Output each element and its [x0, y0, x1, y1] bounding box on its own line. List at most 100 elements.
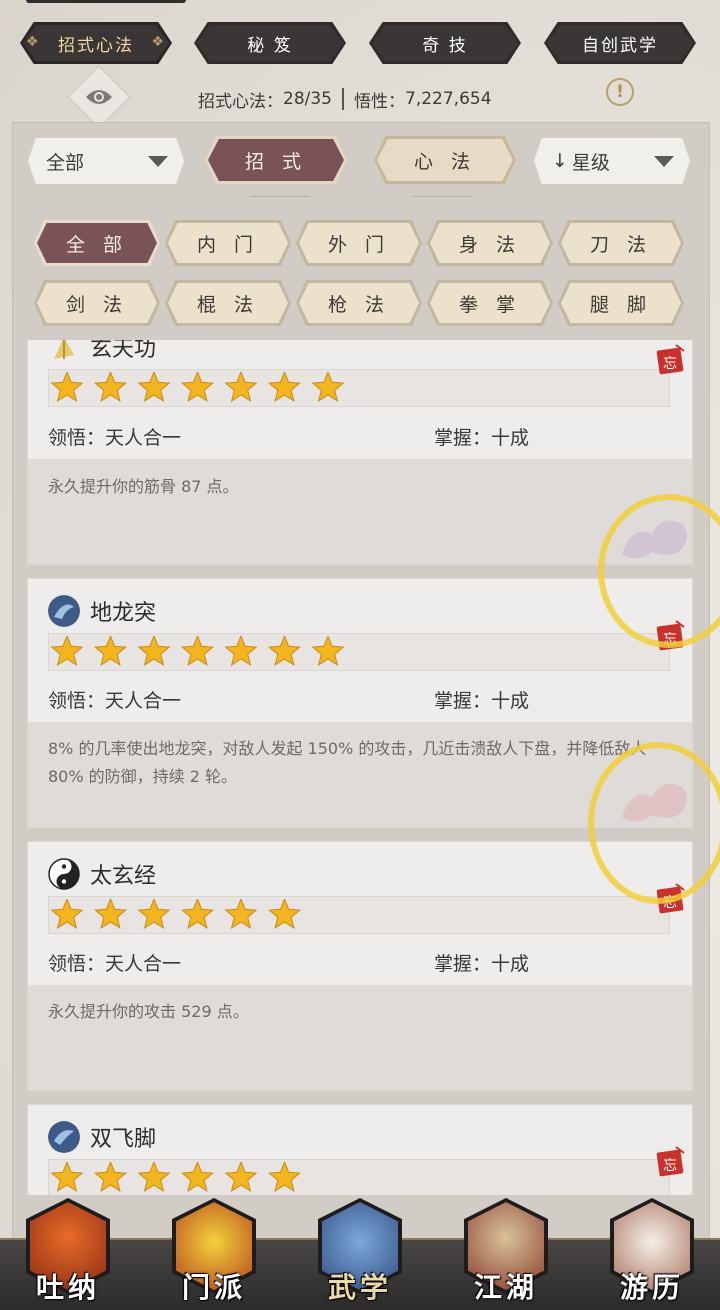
- category-label: 腿 脚: [561, 283, 681, 323]
- star-icon: [224, 636, 258, 666]
- star-icon: [311, 636, 345, 666]
- forget-button[interactable]: 忘: [656, 1145, 686, 1179]
- star-icon: [224, 1162, 258, 1192]
- info-icon[interactable]: !: [606, 78, 634, 106]
- stats-summary: 招式心法： 28/35 悟性： 7,227,654: [198, 84, 492, 114]
- scope-dropdown[interactable]: 全部: [28, 138, 184, 184]
- category-label: 全 部: [37, 223, 157, 263]
- mastery: 掌握：十成: [434, 686, 529, 713]
- comprehension-value: 天人合一: [105, 690, 182, 712]
- category-blade[interactable]: 刀 法: [558, 220, 684, 266]
- forget-label: 忘: [663, 356, 677, 372]
- skill-name: 双飞脚: [90, 1127, 157, 1152]
- insight-value: 7,227,654: [405, 89, 492, 109]
- divider-ornament: [412, 196, 472, 205]
- comprehension: 领悟：天人合一: [48, 949, 181, 976]
- category-label: 刀 法: [561, 223, 681, 263]
- category-kick[interactable]: 腿 脚: [558, 280, 684, 326]
- category-all[interactable]: 全 部: [34, 220, 160, 266]
- category-agility[interactable]: 身 法: [427, 220, 553, 266]
- tab-secret-manuals[interactable]: 秘 笈: [194, 22, 346, 64]
- tab-special-skills[interactable]: 奇 技: [369, 22, 521, 64]
- mastery-label: 掌握：: [434, 427, 492, 449]
- tab-label: 招式心法: [58, 35, 134, 56]
- tab-skills-techniques[interactable]: ❖ 招式心法 ❖: [20, 22, 172, 64]
- nav-travel[interactable]: 游历: [592, 1198, 712, 1310]
- star-icon: [268, 899, 301, 929]
- insight-label: 悟性：: [354, 91, 405, 112]
- skill-name: 太玄经: [90, 864, 157, 889]
- nav-sect[interactable]: 门派: [154, 1198, 274, 1310]
- category-label: 外 门: [299, 223, 419, 263]
- star-icon: [311, 372, 345, 402]
- divider: [342, 88, 344, 110]
- sort-dropdown[interactable]: ↓ 星级: [534, 138, 690, 184]
- skills-count-label: 招式心法：: [198, 91, 283, 112]
- star-icon: [50, 1162, 84, 1192]
- star-icon: [50, 372, 84, 402]
- category-label: 棍 法: [168, 283, 288, 323]
- star-icons: [50, 899, 301, 929]
- category-sword[interactable]: 剑 法: [34, 280, 160, 326]
- dragon-spear-icon: [48, 595, 80, 627]
- mastery-value: 十成: [491, 953, 530, 975]
- star-icon: [94, 636, 127, 666]
- eye-icon[interactable]: [84, 82, 114, 112]
- star-icon: [268, 1162, 301, 1192]
- nav-jianghu[interactable]: 江湖: [446, 1198, 566, 1310]
- category-inner[interactable]: 内 门: [165, 220, 291, 266]
- star-icon: [50, 636, 84, 666]
- star-icon: [268, 372, 301, 402]
- forget-label: 忘: [663, 1158, 677, 1174]
- mastery-value: 十成: [491, 690, 530, 712]
- divider-ornament: [250, 196, 310, 205]
- skill-card[interactable]: 玄天功 领悟：天人合一 掌握：十成 永久提升你的筋骨 87 点。 忘: [27, 340, 693, 565]
- ornament-icon: ❖: [151, 34, 166, 50]
- star-icons: [50, 372, 345, 402]
- nav-label: 游历: [619, 1271, 684, 1304]
- ornament-icon: ❖: [26, 34, 41, 50]
- skill-card[interactable]: 双飞脚 忘: [27, 1104, 693, 1195]
- mastery-value: 十成: [491, 427, 530, 449]
- mastery: 掌握：十成: [434, 949, 529, 976]
- category-label: 身 法: [430, 223, 550, 263]
- category-fist[interactable]: 拳 掌: [427, 280, 553, 326]
- nav-label: 门派: [181, 1271, 246, 1304]
- skill-description: 永久提升你的筋骨 87 点。: [48, 477, 239, 496]
- star-icon: [94, 1162, 127, 1192]
- mode-label: 招 式: [208, 139, 344, 181]
- tab-label: 奇 技: [422, 35, 468, 56]
- star-rating: [48, 633, 670, 671]
- skill-card[interactable]: 太玄经 领悟：天人合一 掌握：十成 永久提升你的攻击 529 点。 忘: [27, 841, 693, 1091]
- comprehension: 领悟：天人合一: [48, 423, 181, 450]
- category-label: 拳 掌: [430, 283, 550, 323]
- star-icon: [94, 899, 127, 929]
- mastery-label: 掌握：: [434, 690, 492, 712]
- skill-description: 8% 的几率使出地龙突，对敌人发起 150% 的攻击，几近击溃敌人下盘，并降低敌…: [48, 739, 647, 786]
- flying-kick-icon: [48, 1121, 80, 1153]
- star-rating: [48, 369, 670, 407]
- golden-leaf-icon: [54, 340, 74, 359]
- star-icon: [268, 636, 301, 666]
- category-spear[interactable]: 枪 法: [296, 280, 422, 326]
- category-outer[interactable]: 外 门: [296, 220, 422, 266]
- star-icon: [224, 899, 258, 929]
- category-staff[interactable]: 棍 法: [165, 280, 291, 326]
- tab-self-created[interactable]: 自创武学: [544, 22, 696, 64]
- category-label: 剑 法: [37, 283, 157, 323]
- star-icon: [137, 636, 171, 666]
- skill-list[interactable]: 玄天功 领悟：天人合一 掌握：十成 永久提升你的筋骨 87 点。 忘 地龙突 领…: [27, 340, 693, 1195]
- nav-label: 武学: [327, 1271, 392, 1304]
- top-edge: [26, 0, 186, 3]
- star-icon: [50, 899, 84, 929]
- forget-button[interactable]: 忘: [656, 343, 686, 377]
- mode-mental-arts-button[interactable]: 心 法: [374, 136, 516, 184]
- nav-breathing[interactable]: 吐纳: [8, 1198, 128, 1310]
- nav-martial-arts[interactable]: 武学: [300, 1198, 420, 1310]
- top-tab-bar: ❖ 招式心法 ❖ 秘 笈 奇 技 自创武学: [20, 22, 700, 66]
- chevron-down-icon: [654, 156, 674, 167]
- mode-techniques-button[interactable]: 招 式: [205, 136, 347, 184]
- star-icon: [181, 372, 214, 402]
- skill-name: 玄天功: [90, 340, 157, 362]
- chevron-down-icon: [148, 156, 168, 167]
